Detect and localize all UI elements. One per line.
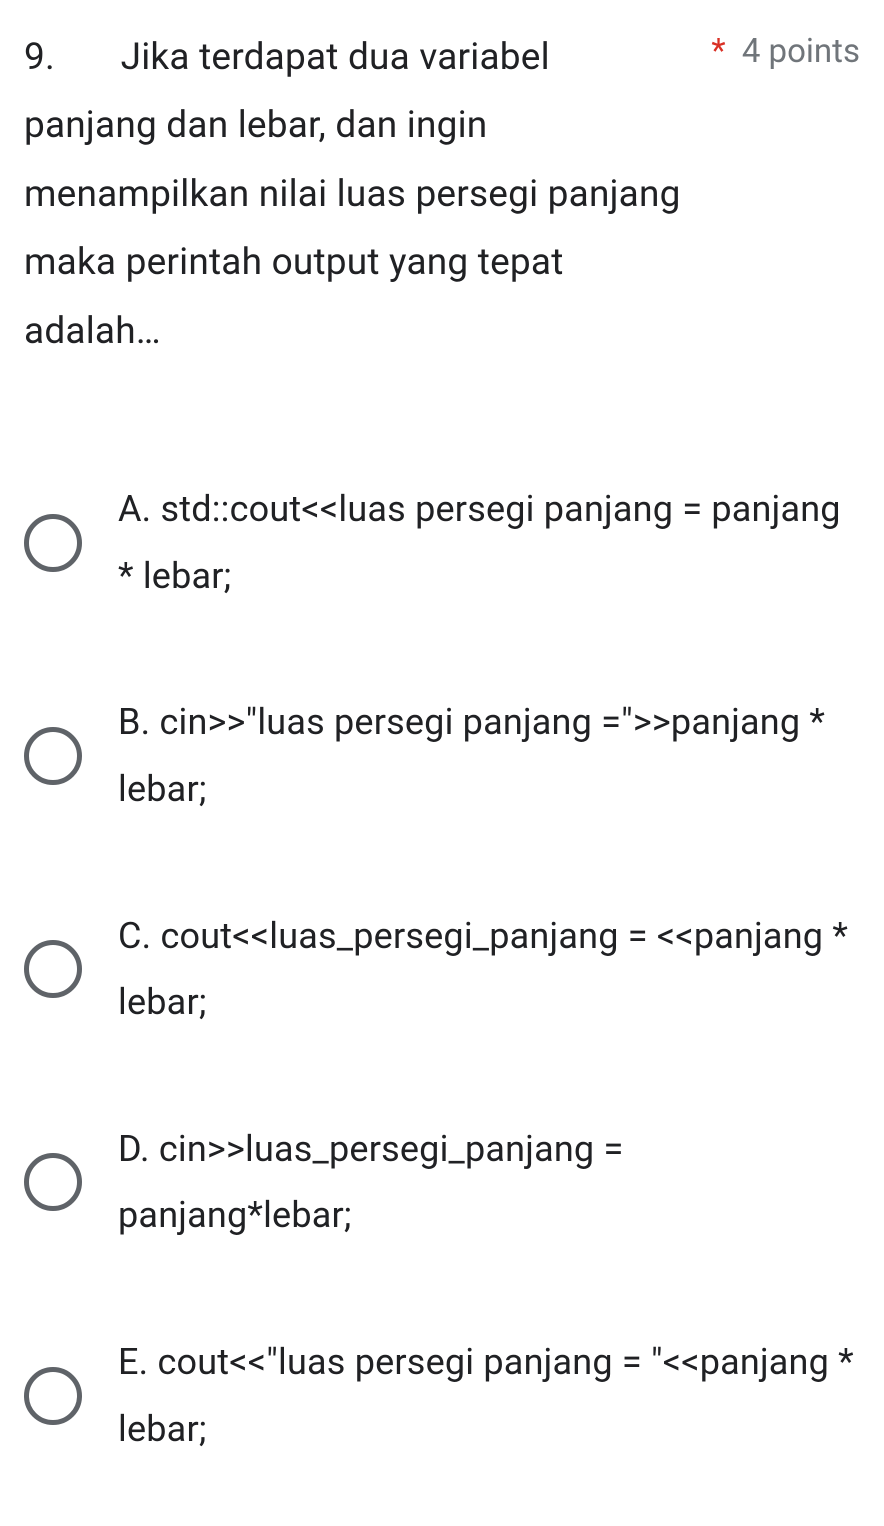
radio-icon[interactable] xyxy=(24,1153,82,1211)
radio-icon[interactable] xyxy=(24,940,82,998)
required-asterisk: * xyxy=(711,32,725,71)
options-list: A. std::cout<<luas persegi panjang = pan… xyxy=(24,436,860,1502)
option-label: A. std::cout<<luas persegi panjang = pan… xyxy=(118,476,860,609)
option-label: D. cin>>luas_persegi_panjang = panjang*l… xyxy=(118,1116,860,1249)
points-label: 4 points xyxy=(742,32,860,71)
radio-icon[interactable] xyxy=(24,1367,82,1425)
question-body: Jika terdapat dua variabel panjang dan l… xyxy=(24,36,681,353)
option-label: C. cout<<luas_persegi_panjang = <<panjan… xyxy=(118,903,860,1036)
question-number: 9. xyxy=(24,36,55,79)
question-header: 9. Jika terdapat dua variabel panjang da… xyxy=(24,24,860,366)
option-e[interactable]: E. cout<<"luas persegi panjang = "<<panj… xyxy=(24,1289,860,1502)
option-c[interactable]: C. cout<<luas_persegi_panjang = <<panjan… xyxy=(24,863,860,1076)
points-container: * 4 points xyxy=(711,24,860,71)
option-d[interactable]: D. cin>>luas_persegi_panjang = panjang*l… xyxy=(24,1076,860,1289)
radio-icon[interactable] xyxy=(24,727,82,785)
option-b[interactable]: B. cin>>"luas persegi panjang =">>panjan… xyxy=(24,649,860,862)
question-text: 9. Jika terdapat dua variabel panjang da… xyxy=(24,24,711,366)
option-label: B. cin>>"luas persegi panjang =">>panjan… xyxy=(118,689,860,822)
option-label: E. cout<<"luas persegi panjang = "<<panj… xyxy=(118,1329,860,1462)
option-a[interactable]: A. std::cout<<luas persegi panjang = pan… xyxy=(24,436,860,649)
radio-icon[interactable] xyxy=(24,514,82,572)
